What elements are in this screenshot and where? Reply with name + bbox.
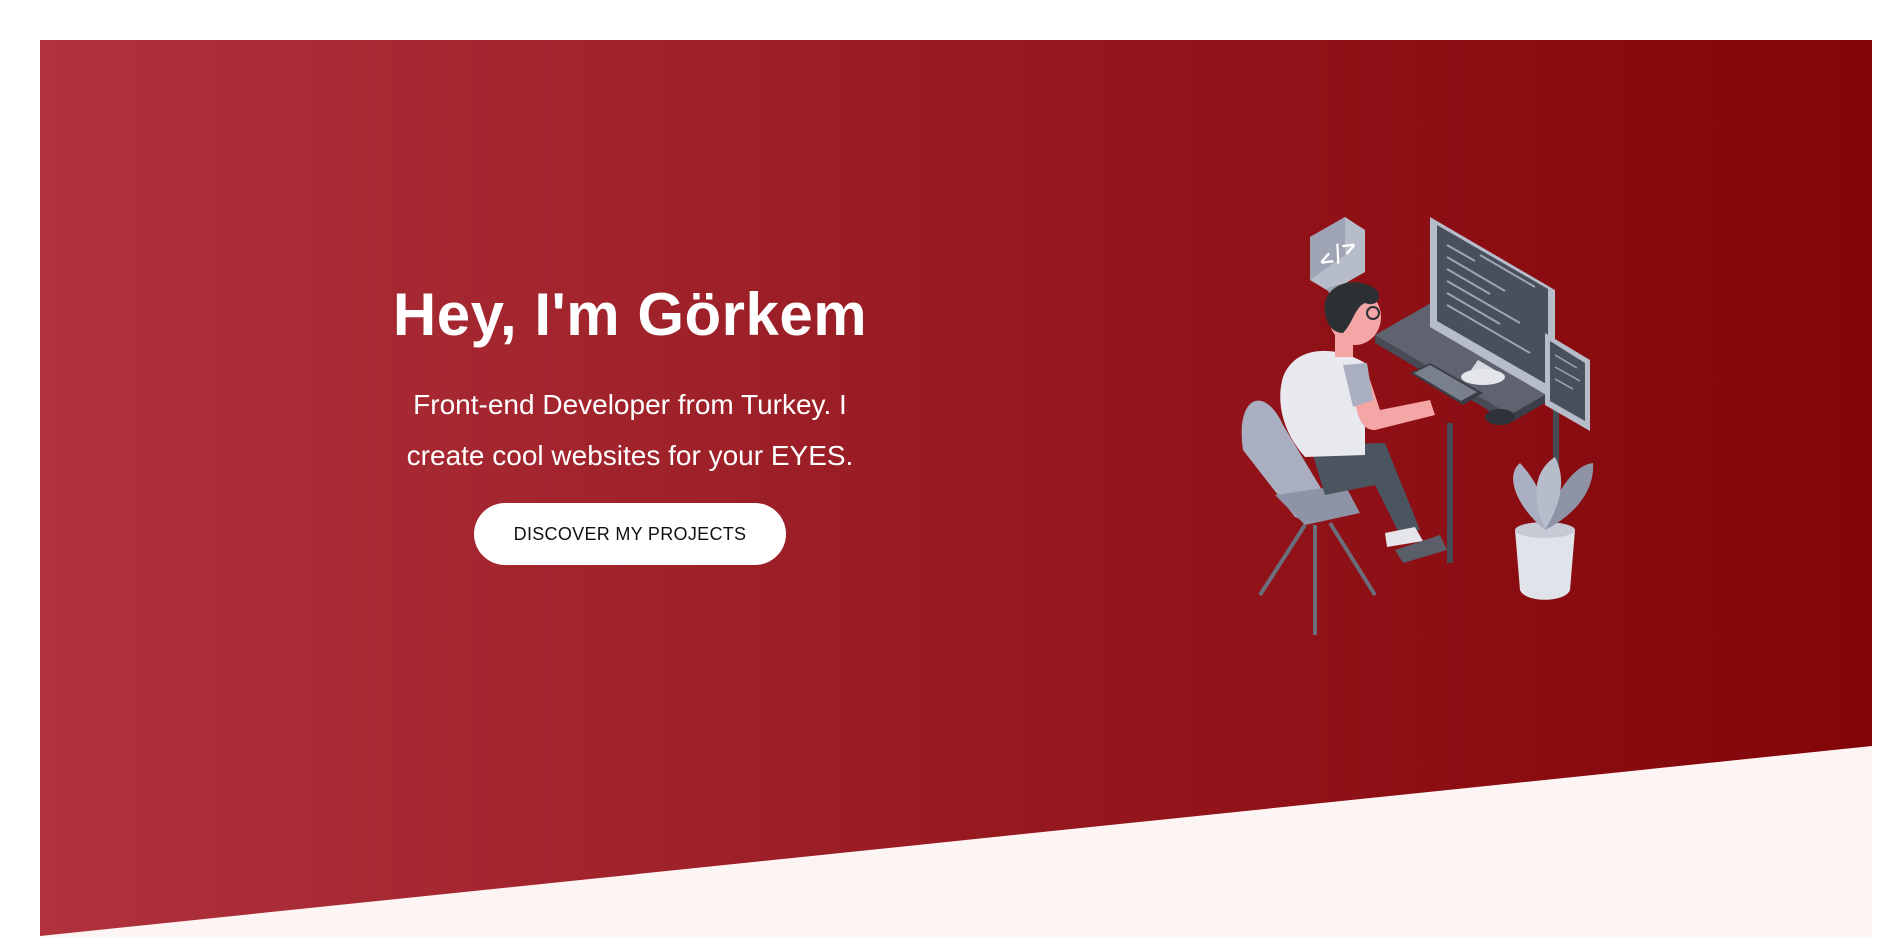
discover-projects-button[interactable]: DISCOVER MY PROJECTS bbox=[473, 503, 787, 565]
hero-text-block: Hey, I'm Görkem Front-end Developer from… bbox=[355, 275, 905, 565]
hero-subtitle: Front-end Developer from Turkey. I creat… bbox=[406, 389, 854, 471]
developer-at-desk-illustration: </> bbox=[1241, 217, 1594, 635]
page: Hey, I'm Görkem Front-end Developer from… bbox=[0, 0, 1903, 938]
hero-title: Hey, I'm Görkem bbox=[392, 281, 868, 348]
hero-section: Hey, I'm Görkem Front-end Developer from… bbox=[40, 40, 1872, 938]
